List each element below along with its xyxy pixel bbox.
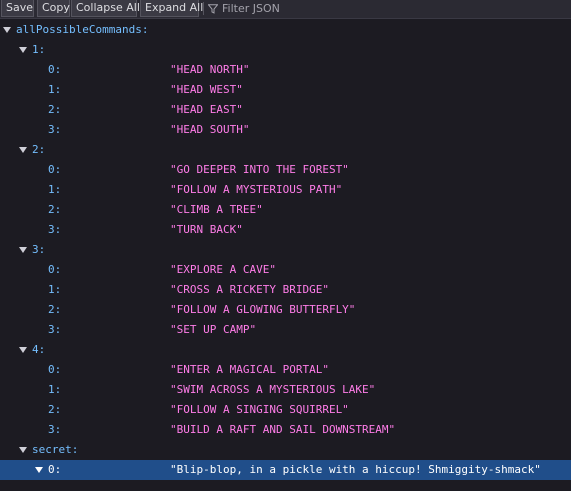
collapse-all-button[interactable]: Collapse All bbox=[71, 0, 140, 17]
tree-leaf[interactable]: 0: "GO DEEPER INTO THE FOREST" bbox=[0, 160, 571, 180]
filter-json-input[interactable]: Filter JSON bbox=[208, 0, 280, 17]
tree-leaf[interactable]: 2: "FOLLOW A SINGING SQUIRREL" bbox=[0, 400, 571, 420]
tree-string-value: "SWIM ACROSS A MYSTERIOUS LAKE" bbox=[170, 383, 376, 396]
tree-key: 1: bbox=[48, 283, 62, 296]
tree-node-group[interactable]: 1: bbox=[0, 40, 571, 60]
tree-key: 0: bbox=[48, 163, 62, 176]
tree-string-value: "FOLLOW A GLOWING BUTTERFLY" bbox=[170, 303, 356, 316]
tree-leaf[interactable]: 2: "CLIMB A TREE" bbox=[0, 200, 571, 220]
json-viewer-toolbar: Save Copy Collapse All Expand All Filter… bbox=[0, 0, 571, 19]
tree-leaf[interactable]: 2: "HEAD EAST" bbox=[0, 100, 571, 120]
expand-toggle-icon[interactable] bbox=[19, 447, 27, 453]
tree-string-value: "SET UP CAMP" bbox=[170, 323, 257, 336]
tree-string-value: "FOLLOW A SINGING SQUIRREL" bbox=[170, 403, 349, 416]
tree-node-root[interactable]: allPossibleCommands: bbox=[0, 20, 571, 40]
funnel-icon bbox=[208, 3, 218, 14]
tree-leaf[interactable]: 0: "ENTER A MAGICAL PORTAL" bbox=[0, 360, 571, 380]
tree-string-value: "HEAD WEST" bbox=[170, 83, 243, 96]
tree-leaf[interactable]: 3: "HEAD SOUTH" bbox=[0, 120, 571, 140]
tree-key: 2: bbox=[48, 303, 62, 316]
filter-placeholder: Filter JSON bbox=[222, 2, 280, 15]
tree-key: 0: bbox=[48, 363, 62, 376]
tree-string-value: "BUILD A RAFT AND SAIL DOWNSTREAM" bbox=[170, 423, 396, 436]
tree-string-value: "EXPLORE A CAVE" bbox=[170, 263, 276, 276]
tree-key: 1: bbox=[48, 183, 62, 196]
tree-string-value: "HEAD EAST" bbox=[170, 103, 243, 116]
tree-key: 4: bbox=[32, 343, 46, 356]
tree-string-value: "TURN BACK" bbox=[170, 223, 243, 236]
tree-key: 1: bbox=[48, 83, 62, 96]
tree-node-group[interactable]: 2: bbox=[0, 140, 571, 160]
tree-key: secret: bbox=[32, 443, 79, 456]
tree-key: 2: bbox=[48, 103, 62, 116]
tree-leaf[interactable]: 3: "TURN BACK" bbox=[0, 220, 571, 240]
tree-node-group[interactable]: 3: bbox=[0, 240, 571, 260]
expand-toggle-icon[interactable] bbox=[35, 467, 43, 473]
tree-leaf[interactable]: 1: "CROSS A RICKETY BRIDGE" bbox=[0, 280, 571, 300]
tree-key: 3: bbox=[32, 243, 46, 256]
tree-string-value: "HEAD NORTH" bbox=[170, 63, 250, 76]
tree-string-value: "Blip-blop, in a pickle with a hiccup! S… bbox=[170, 463, 541, 476]
expand-toggle-icon[interactable] bbox=[19, 347, 27, 353]
tree-leaf[interactable]: 0: "HEAD NORTH" bbox=[0, 60, 571, 80]
save-button[interactable]: Save bbox=[1, 0, 34, 17]
copy-button[interactable]: Copy bbox=[37, 0, 70, 17]
expand-toggle-icon[interactable] bbox=[19, 247, 27, 253]
toolbar-divider bbox=[203, 2, 204, 15]
tree-node-secret[interactable]: secret: bbox=[0, 440, 571, 460]
tree-leaf[interactable]: 1: "FOLLOW A MYSTERIOUS PATH" bbox=[0, 180, 571, 200]
tree-key: 3: bbox=[48, 123, 62, 136]
tree-key: 3: bbox=[48, 323, 62, 336]
expand-all-button[interactable]: Expand All bbox=[140, 0, 203, 17]
tree-key: 1: bbox=[32, 43, 46, 56]
tree-leaf[interactable]: 0: "EXPLORE A CAVE" bbox=[0, 260, 571, 280]
tree-string-value: "HEAD SOUTH" bbox=[170, 123, 250, 136]
tree-key: 3: bbox=[48, 423, 62, 436]
tree-string-value: "CLIMB A TREE" bbox=[170, 203, 263, 216]
tree-key: 1: bbox=[48, 383, 62, 396]
tree-leaf[interactable]: 1: "HEAD WEST" bbox=[0, 80, 571, 100]
expand-toggle-icon[interactable] bbox=[19, 47, 27, 53]
tree-leaf[interactable]: 3: "SET UP CAMP" bbox=[0, 320, 571, 340]
tree-key: 2: bbox=[48, 403, 62, 416]
tree-leaf[interactable]: 1: "SWIM ACROSS A MYSTERIOUS LAKE" bbox=[0, 380, 571, 400]
expand-toggle-icon[interactable] bbox=[19, 147, 27, 153]
tree-key: 0: bbox=[48, 463, 62, 476]
tree-leaf[interactable]: 3: "BUILD A RAFT AND SAIL DOWNSTREAM" bbox=[0, 420, 571, 440]
tree-key: 0: bbox=[48, 263, 62, 276]
tree-key: 2: bbox=[48, 203, 62, 216]
tree-leaf-selected[interactable]: 0: "Blip-blop, in a pickle with a hiccup!… bbox=[0, 460, 571, 480]
tree-string-value: "ENTER A MAGICAL PORTAL" bbox=[170, 363, 329, 376]
tree-string-value: "FOLLOW A MYSTERIOUS PATH" bbox=[170, 183, 343, 196]
tree-string-value: "CROSS A RICKETY BRIDGE" bbox=[170, 283, 329, 296]
tree-node-group[interactable]: 4: bbox=[0, 340, 571, 360]
tree-string-value: "GO DEEPER INTO THE FOREST" bbox=[170, 163, 349, 176]
tree-key: 2: bbox=[32, 143, 46, 156]
tree-leaf[interactable]: 2: "FOLLOW A GLOWING BUTTERFLY" bbox=[0, 300, 571, 320]
tree-key: 0: bbox=[48, 63, 62, 76]
tree-key: allPossibleCommands: bbox=[16, 23, 149, 36]
expand-toggle-icon[interactable] bbox=[3, 27, 11, 33]
tree-key: 3: bbox=[48, 223, 62, 236]
